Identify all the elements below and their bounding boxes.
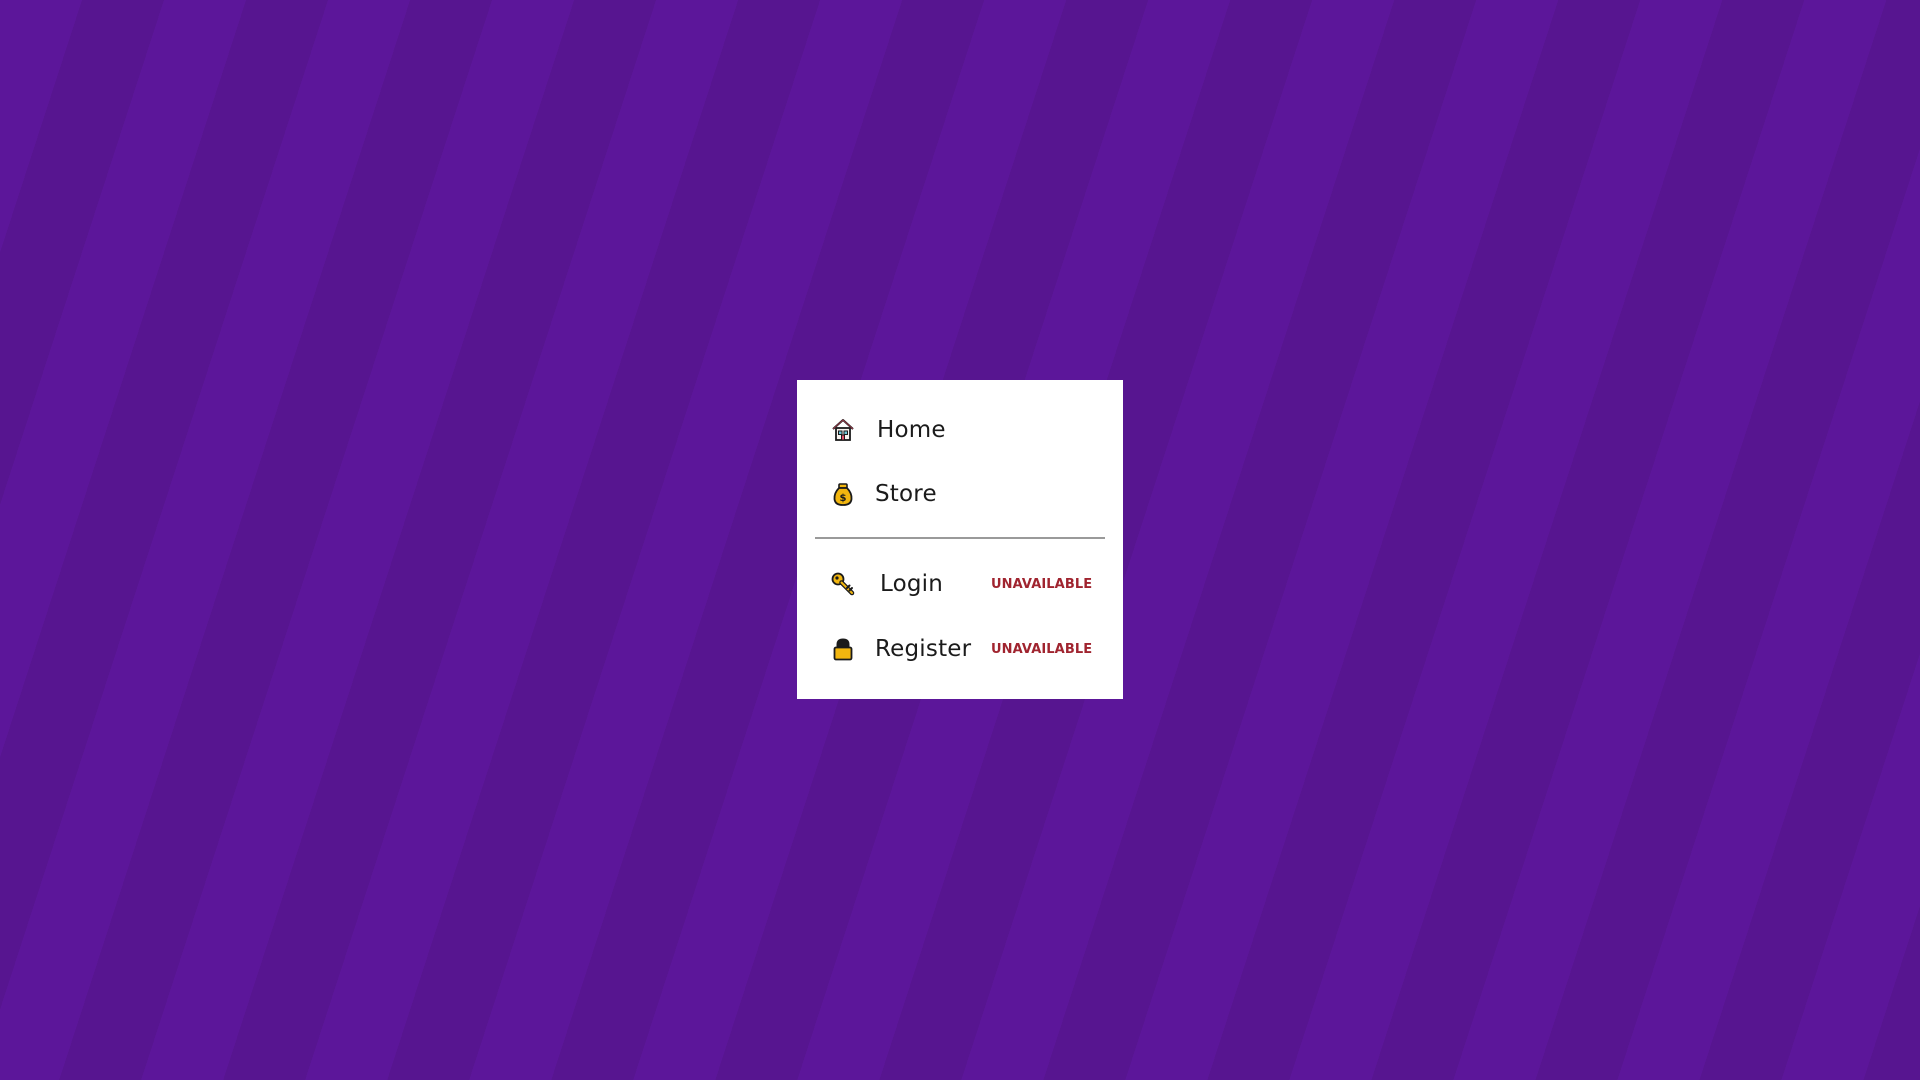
menu-item-home[interactable]: Home	[797, 402, 1123, 458]
unavailable-badge: UNAVAILABLE	[991, 641, 1093, 657]
menu-item-register[interactable]: Register UNAVAILABLE	[797, 621, 1123, 677]
unavailable-badge: UNAVAILABLE	[991, 576, 1093, 592]
menu-item-label: Home	[877, 417, 946, 443]
key-icon	[830, 571, 856, 597]
lock-icon	[830, 636, 856, 662]
menu-item-store[interactable]: $ Store	[797, 466, 1123, 522]
menu-item-label: Register	[875, 636, 972, 662]
navigation-menu: Home $ Store Login UNAVAILABLE Register …	[797, 380, 1123, 699]
home-icon	[830, 417, 856, 443]
menu-item-label: Store	[875, 481, 937, 507]
menu-item-label: Login	[880, 571, 944, 597]
svg-text:$: $	[840, 493, 847, 504]
menu-divider	[815, 537, 1105, 539]
page-background: { "menu": { "items": [ { "label": "Home"…	[0, 0, 1920, 1080]
menu-item-login[interactable]: Login UNAVAILABLE	[797, 556, 1123, 612]
money-bag-icon: $	[830, 481, 856, 507]
